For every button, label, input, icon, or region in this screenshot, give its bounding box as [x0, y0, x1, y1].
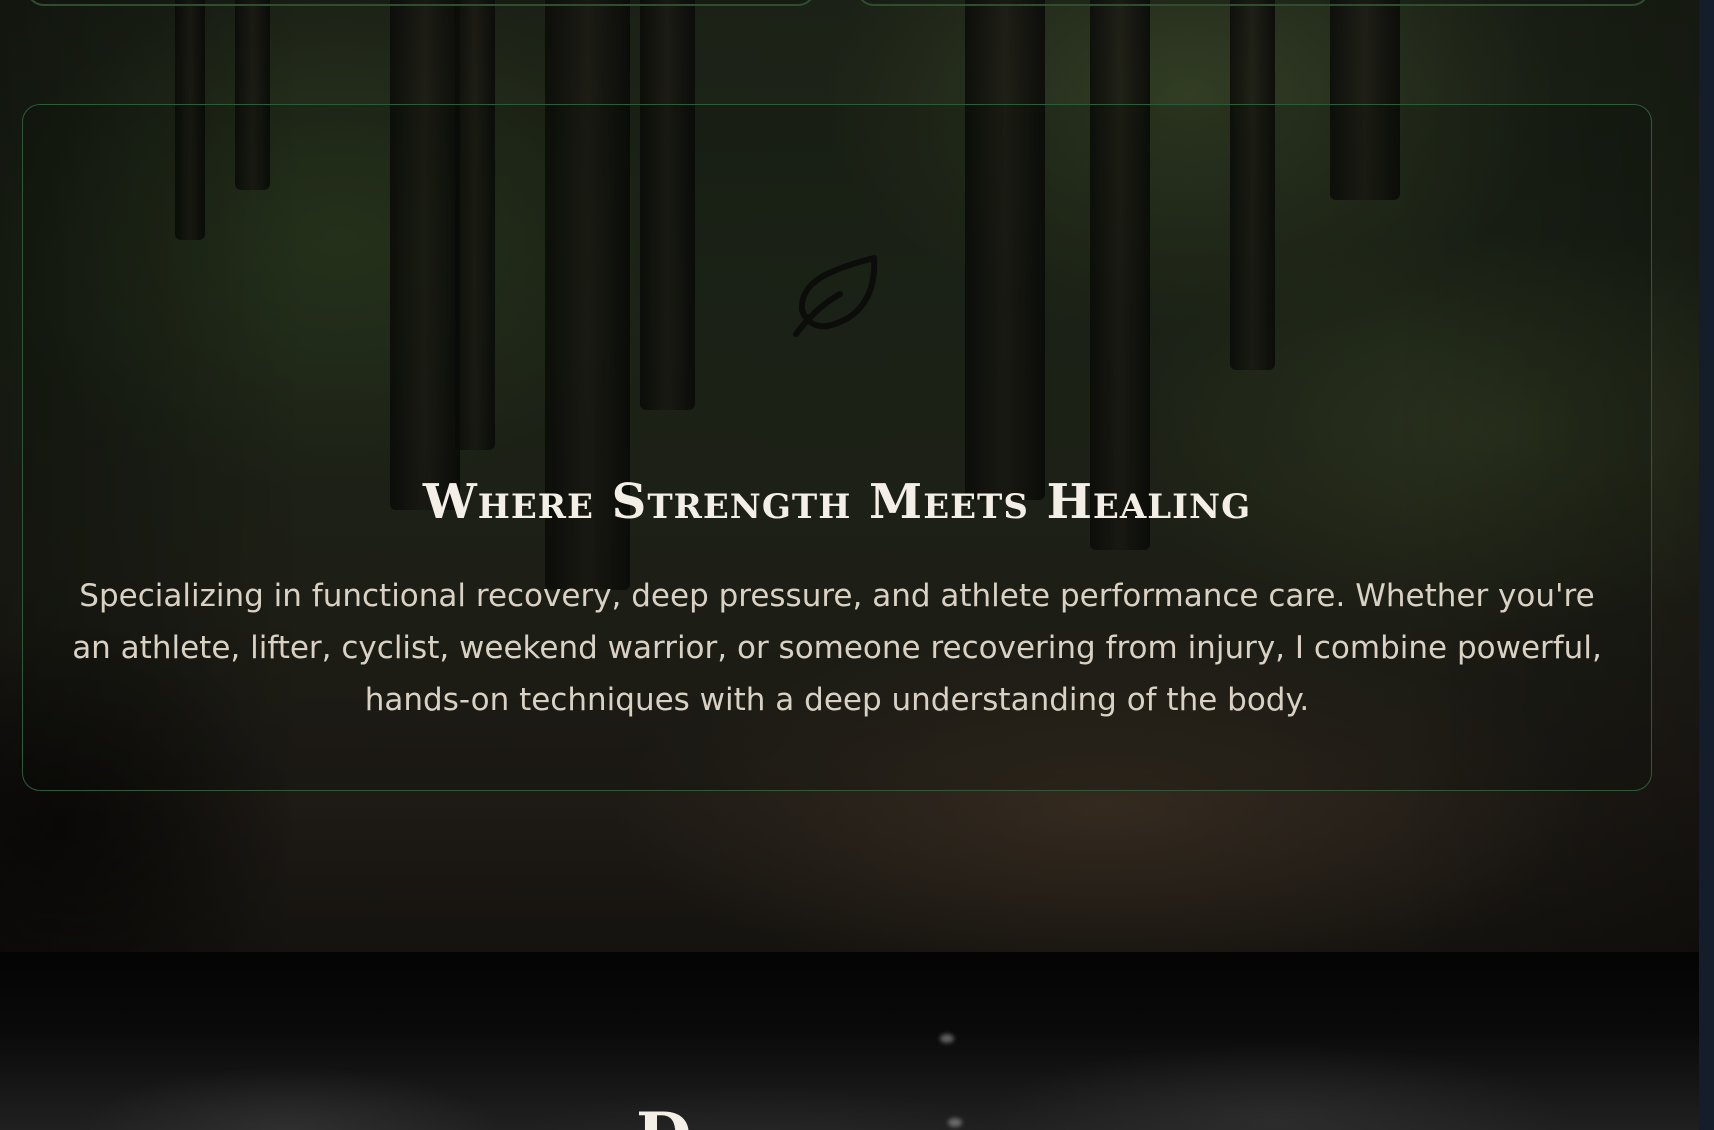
leaf-icon-graphic [793, 255, 878, 337]
next-section: D [0, 952, 1699, 1130]
previous-card-right [856, 0, 1650, 6]
leaf-icon [788, 252, 880, 342]
page-scrollbar-track[interactable] [1699, 0, 1714, 1130]
previous-card-left [26, 0, 816, 6]
next-section-heading: D [636, 1102, 692, 1130]
page: Where Strength Meets Healing Specializin… [0, 0, 1714, 1130]
feature-description: Specializing in functional recovery, dee… [72, 578, 1602, 718]
feature-title: Where Strength Meets Healing [422, 474, 1252, 530]
forest-background-section: Where Strength Meets Healing Specializin… [0, 0, 1699, 952]
background-highlight [948, 1118, 962, 1127]
background-highlight [940, 1034, 954, 1043]
